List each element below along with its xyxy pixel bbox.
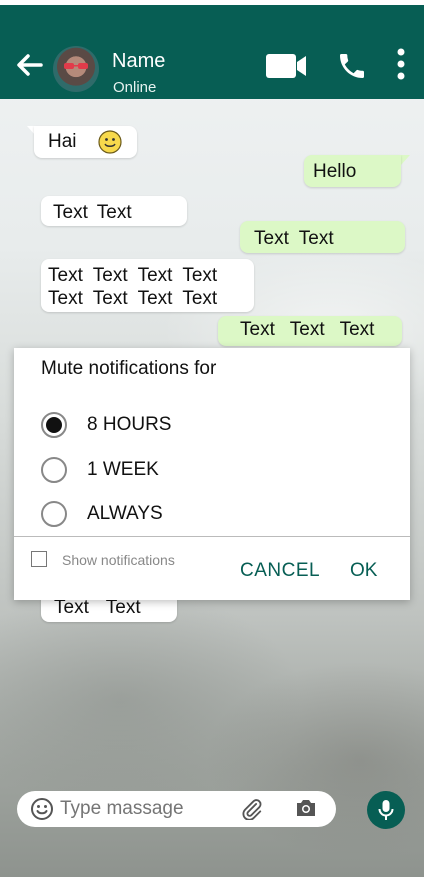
phone-icon[interactable] xyxy=(336,50,368,82)
avatar-glasses-icon xyxy=(64,63,88,69)
message-text-line: Text Text Text Text xyxy=(48,265,218,286)
mute-notifications-dialog: Mute notifications for 8 HOURS 1 WEEK AL… xyxy=(14,348,410,600)
message-text: Text Text Text xyxy=(240,319,375,340)
mic-icon xyxy=(378,800,394,820)
message-text: Hai xyxy=(48,131,77,152)
option-label[interactable]: ALWAYS xyxy=(87,503,163,525)
outgoing-message[interactable]: Hello xyxy=(304,155,401,187)
radio-button[interactable] xyxy=(41,501,67,527)
incoming-message[interactable]: Text Text Text Text Text Text Text Text xyxy=(41,259,254,312)
cancel-button[interactable]: CANCEL xyxy=(240,560,320,582)
outgoing-message[interactable]: Text Text xyxy=(240,221,405,253)
message-text: Text Text xyxy=(254,228,334,249)
message-input-bar xyxy=(17,791,336,827)
incoming-message[interactable]: Hai xyxy=(34,126,137,158)
more-vert-icon[interactable] xyxy=(392,48,410,80)
message-input[interactable] xyxy=(60,798,230,820)
contact-status: Online xyxy=(113,79,157,96)
option-label[interactable]: 8 HOURS xyxy=(87,414,171,436)
avatar[interactable] xyxy=(53,46,99,92)
show-notifications-checkbox[interactable] xyxy=(31,551,47,567)
ok-button[interactable]: OK xyxy=(350,560,377,582)
message-text: Hello xyxy=(313,161,357,182)
radio-button-selected[interactable] xyxy=(41,412,67,438)
smiley-emoji-icon xyxy=(98,130,122,154)
radio-button[interactable] xyxy=(41,457,67,483)
dialog-divider xyxy=(14,536,410,537)
chat-header: Name Online xyxy=(0,5,424,99)
show-notifications-label[interactable]: Show notifications xyxy=(62,552,175,568)
dialog-title: Mute notifications for xyxy=(41,358,217,379)
contact-name[interactable]: Name xyxy=(112,50,165,73)
message-text-line: Text Text Text Text xyxy=(48,288,218,309)
camera-icon[interactable] xyxy=(295,798,317,818)
incoming-message[interactable]: Text Text xyxy=(41,196,187,226)
back-arrow-icon[interactable] xyxy=(14,50,44,80)
message-text: Text Text xyxy=(54,597,141,618)
attach-icon[interactable] xyxy=(241,798,263,820)
emoji-icon[interactable] xyxy=(30,797,54,821)
message-text: Text Text xyxy=(53,202,132,223)
video-call-icon[interactable] xyxy=(264,51,308,81)
option-label[interactable]: 1 WEEK xyxy=(87,459,159,481)
bubble-tail xyxy=(401,155,410,165)
mic-button[interactable] xyxy=(367,791,405,829)
outgoing-message[interactable]: Text Text Text xyxy=(218,316,402,346)
